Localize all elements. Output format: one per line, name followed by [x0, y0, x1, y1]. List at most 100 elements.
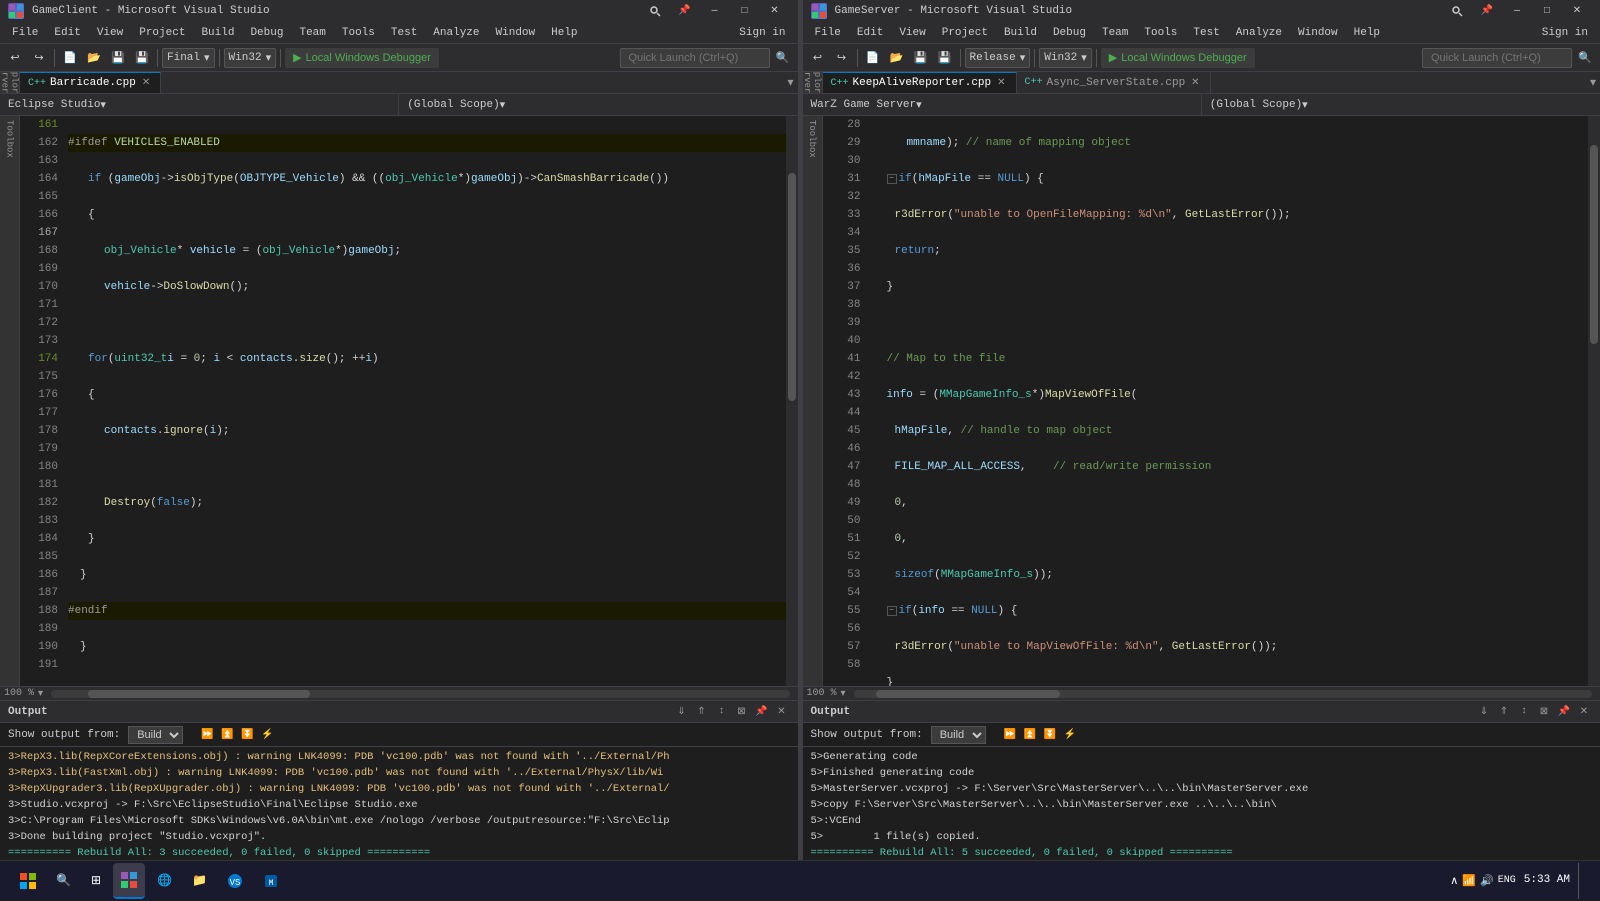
- menu-test-right[interactable]: Test: [1185, 25, 1227, 41]
- tb-open-right[interactable]: 📂: [886, 47, 908, 69]
- search-btn-right[interactable]: [1442, 0, 1472, 22]
- menu-team-right[interactable]: Team: [1094, 25, 1136, 41]
- menu-debug-left[interactable]: Debug: [242, 25, 291, 41]
- file-tab-close-left[interactable]: ✕: [140, 76, 152, 90]
- sign-in-right[interactable]: Sign in: [1534, 25, 1596, 41]
- output-fb3-left[interactable]: ⏬: [239, 727, 255, 743]
- output-close-left[interactable]: ✕: [774, 704, 790, 720]
- server-explorer-tab-left[interactable]: Server Explorer: [0, 72, 20, 93]
- output-filter-select-right[interactable]: Build: [931, 726, 986, 744]
- output-pin-right[interactable]: 📌: [1556, 704, 1572, 720]
- tray-network[interactable]: 📶: [1462, 874, 1476, 888]
- output-fb1-right[interactable]: ⏩: [1002, 727, 1018, 743]
- h-scrollbar-left[interactable]: [51, 690, 789, 698]
- sign-in-left[interactable]: Sign in: [731, 25, 793, 41]
- tab-dropdown-right[interactable]: ▾: [1586, 72, 1600, 93]
- zoom-level-right[interactable]: 100 %: [807, 688, 837, 699]
- platform-dropdown-left[interactable]: Win32 ▾: [224, 48, 277, 68]
- scrollbar-left[interactable]: [786, 116, 798, 686]
- zoom-level-left[interactable]: 100 %: [4, 688, 34, 699]
- scope-project-left[interactable]: Eclipse Studio ▾: [0, 94, 399, 115]
- search-input-left[interactable]: [620, 48, 770, 68]
- menu-file-left[interactable]: File: [4, 25, 46, 41]
- taskbar-app1[interactable]: VS: [219, 863, 251, 899]
- taskbar-explorer[interactable]: 📁: [184, 863, 215, 899]
- menu-debug-right[interactable]: Debug: [1045, 25, 1094, 41]
- menu-project-right[interactable]: Project: [934, 25, 996, 41]
- code-editor-right[interactable]: 28 29 30 31 32 33 34 35 36 37 38 39 40 4…: [823, 116, 1600, 686]
- menu-tools-left[interactable]: Tools: [334, 25, 383, 41]
- tb-open-left[interactable]: 📂: [83, 47, 105, 69]
- taskbar-clock[interactable]: 5:33 AM: [1524, 873, 1570, 888]
- tb-saveall-left[interactable]: 💾: [131, 47, 153, 69]
- tb-new-right[interactable]: 📄: [862, 47, 884, 69]
- platform-dropdown-right[interactable]: Win32 ▾: [1039, 48, 1092, 68]
- start-button[interactable]: [8, 861, 48, 901]
- tb-undo-left[interactable]: ↩: [4, 47, 26, 69]
- taskbar-search[interactable]: 🔍: [48, 863, 79, 899]
- code-lines-right[interactable]: mmname); // name of mapping object −if(h…: [867, 116, 1600, 686]
- output-ctrl3-right[interactable]: ↕: [1516, 704, 1532, 720]
- file-tab-keepalive[interactable]: C++ KeepAliveReporter.cpp ✕: [823, 72, 1017, 93]
- run-btn-right[interactable]: ▶ Local Windows Debugger: [1101, 48, 1255, 68]
- scope-global-left[interactable]: (Global Scope) ▾: [399, 94, 797, 115]
- file-tab-close-async[interactable]: ✕: [1189, 76, 1201, 90]
- toolbox-label-right[interactable]: Toolbox: [805, 116, 819, 162]
- output-fb2-right[interactable]: ⏫: [1022, 727, 1038, 743]
- tb-save-left[interactable]: 💾: [107, 47, 129, 69]
- maximize-btn-left[interactable]: □: [730, 0, 760, 22]
- taskbar-app2[interactable]: M: [255, 863, 287, 899]
- output-ctrl4-left[interactable]: ⊠: [734, 704, 750, 720]
- menu-help-right[interactable]: Help: [1346, 25, 1388, 41]
- scope-project-right[interactable]: WarZ Game Server ▾: [803, 94, 1202, 115]
- search-btn-left[interactable]: [640, 0, 670, 22]
- close-btn-left[interactable]: ✕: [760, 0, 790, 22]
- menu-build-right[interactable]: Build: [996, 25, 1045, 41]
- output-ctrl1-right[interactable]: ⇓: [1476, 704, 1492, 720]
- menu-test-left[interactable]: Test: [383, 25, 425, 41]
- tb-undo-right[interactable]: ↩: [807, 47, 829, 69]
- scrollbar-thumb-right[interactable]: [1590, 145, 1598, 345]
- output-fb3-right[interactable]: ⏬: [1042, 727, 1058, 743]
- taskbar-chrome[interactable]: 🌐: [149, 863, 180, 899]
- config-dropdown-left[interactable]: Final ▾: [162, 48, 215, 68]
- tb-redo-left[interactable]: ↪: [28, 47, 50, 69]
- toolbox-label-left[interactable]: Toolbox: [3, 116, 17, 162]
- h-scrollbar-right[interactable]: [854, 690, 1592, 698]
- show-desktop-btn[interactable]: [1578, 863, 1584, 899]
- tb-new-left[interactable]: 📄: [59, 47, 81, 69]
- output-pin-left[interactable]: 📌: [754, 704, 770, 720]
- output-fb2-left[interactable]: ⏫: [219, 727, 235, 743]
- menu-edit-right[interactable]: Edit: [849, 25, 891, 41]
- taskbar-vs-left[interactable]: [113, 863, 145, 899]
- menu-file-right[interactable]: File: [807, 25, 849, 41]
- menu-window-right[interactable]: Window: [1290, 25, 1346, 41]
- tb-redo-right[interactable]: ↪: [831, 47, 853, 69]
- output-ctrl2-right[interactable]: ⇑: [1496, 704, 1512, 720]
- scrollbar-right[interactable]: [1588, 116, 1600, 686]
- output-fb4-right[interactable]: ⚡: [1062, 727, 1078, 743]
- pin-btn-left[interactable]: 📌: [670, 0, 700, 22]
- minimize-btn-right[interactable]: —: [1502, 0, 1532, 22]
- output-filter-select-left[interactable]: Build: [128, 726, 183, 744]
- menu-analyze-right[interactable]: Analyze: [1228, 25, 1290, 41]
- output-ctrl3-left[interactable]: ↕: [714, 704, 730, 720]
- tb-save-right[interactable]: 💾: [910, 47, 932, 69]
- output-ctrl1-left[interactable]: ⇓: [674, 704, 690, 720]
- output-ctrl4-right[interactable]: ⊠: [1536, 704, 1552, 720]
- search-icon-left[interactable]: 🔍: [772, 47, 794, 69]
- search-icon-right[interactable]: 🔍: [1574, 47, 1596, 69]
- menu-build-left[interactable]: Build: [193, 25, 242, 41]
- menu-window-left[interactable]: Window: [488, 25, 544, 41]
- config-dropdown-right[interactable]: Release ▾: [965, 48, 1031, 68]
- tab-dropdown-left[interactable]: ▾: [783, 72, 797, 93]
- output-ctrl2-left[interactable]: ⇑: [694, 704, 710, 720]
- menu-tools-right[interactable]: Tools: [1136, 25, 1185, 41]
- maximize-btn-right[interactable]: □: [1532, 0, 1562, 22]
- menu-edit-left[interactable]: Edit: [46, 25, 88, 41]
- file-tab-async[interactable]: C++ Async_ServerState.cpp ✕: [1017, 72, 1211, 93]
- menu-help-left[interactable]: Help: [543, 25, 585, 41]
- menu-analyze-left[interactable]: Analyze: [425, 25, 487, 41]
- close-btn-right[interactable]: ✕: [1562, 0, 1592, 22]
- server-explorer-tab-right[interactable]: Server Explorer: [803, 72, 823, 93]
